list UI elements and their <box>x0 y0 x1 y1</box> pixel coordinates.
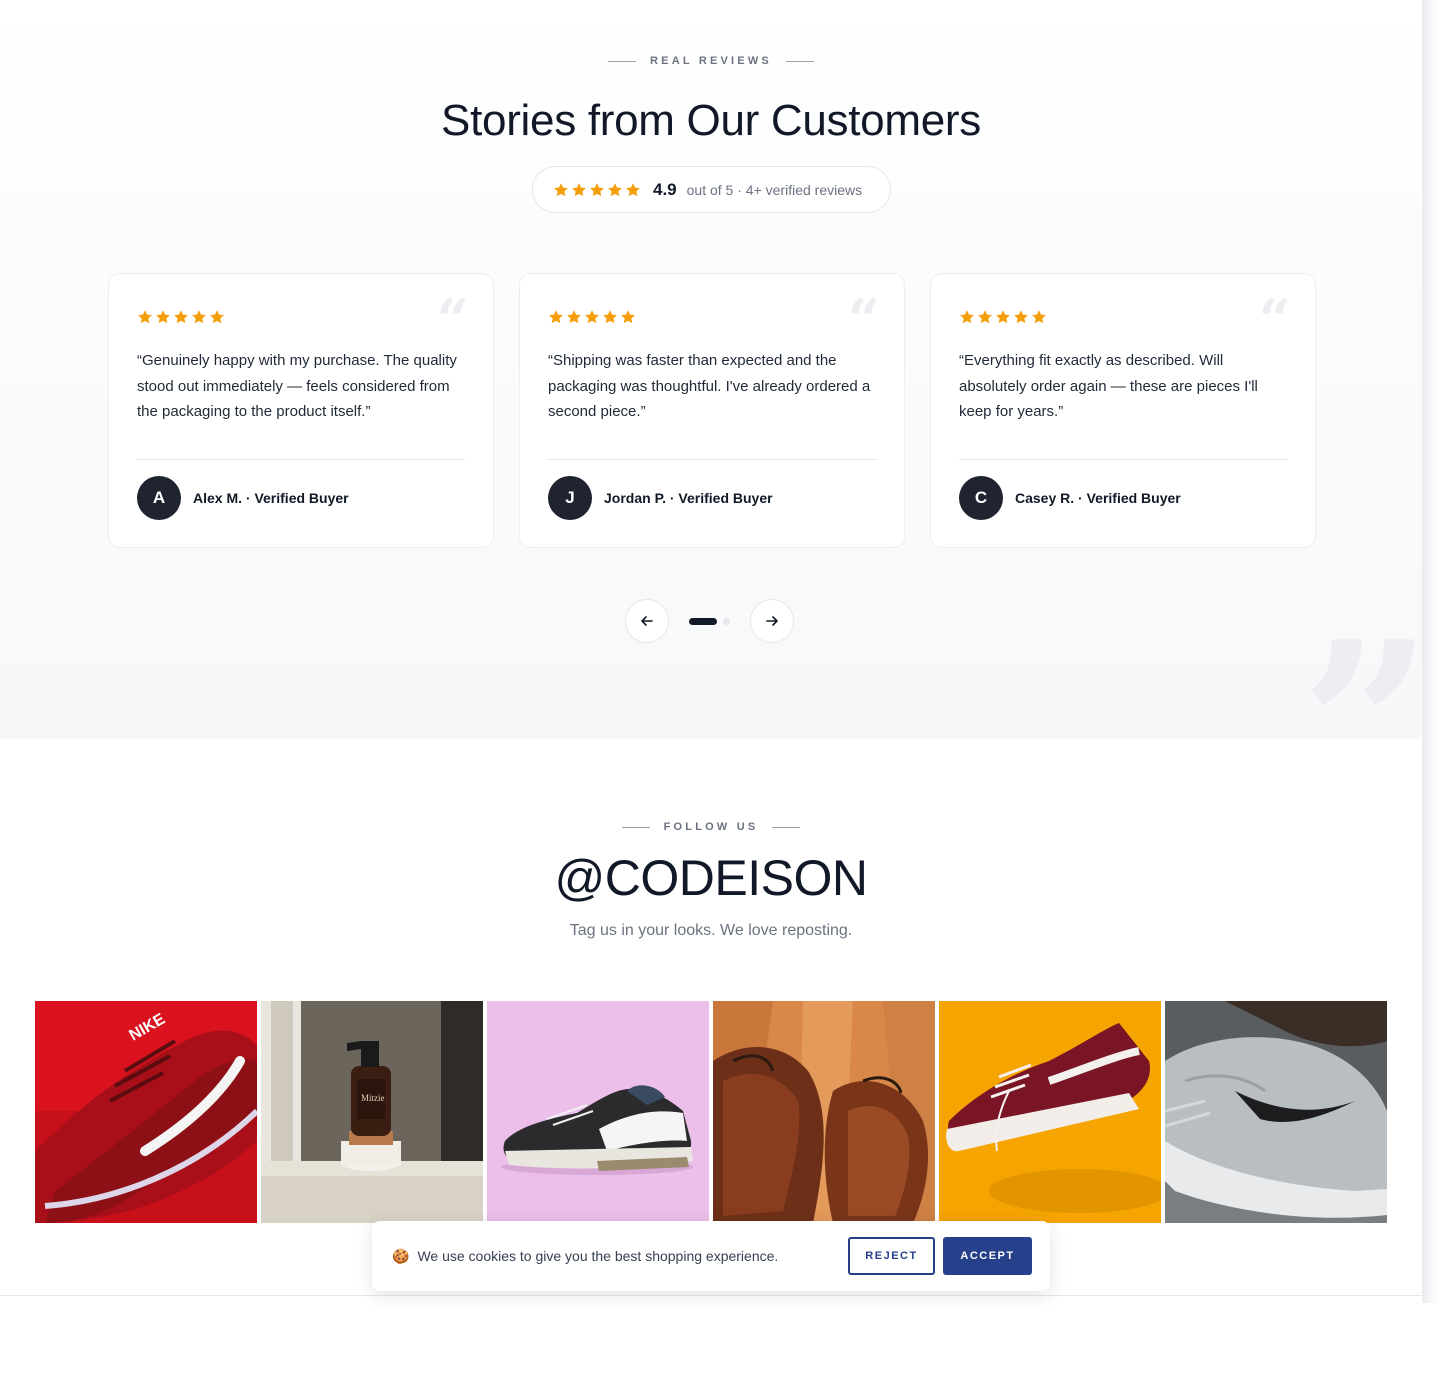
svg-text:Mitzie: Mitzie <box>361 1093 385 1103</box>
star-icon <box>1032 310 1046 324</box>
star-icon <box>590 182 604 196</box>
card-divider <box>137 459 465 460</box>
star-icon <box>156 310 170 324</box>
cookie-message: We use cookies to give you the best shop… <box>417 1248 779 1264</box>
star-icon <box>572 182 586 196</box>
star-icon <box>608 182 622 196</box>
quote-icon: “ <box>436 287 469 353</box>
avatar: J <box>548 476 592 520</box>
quote-icon: “ <box>1258 287 1291 353</box>
star-icon <box>554 182 568 196</box>
star-icon <box>621 310 635 324</box>
rating-score: 4.9 <box>653 179 677 199</box>
star-icon <box>585 310 599 324</box>
footer-divider <box>0 1295 1422 1296</box>
star-icon <box>174 310 188 324</box>
review-stars <box>137 309 225 325</box>
review-quote: “Everything fit exactly as described. Wi… <box>959 352 1258 420</box>
reviews-eyebrow: REAL REVIEWS <box>0 55 1422 67</box>
star-icon <box>978 310 992 324</box>
star-icon <box>549 310 563 324</box>
gallery-image-red-sneaker[interactable]: NIKE <box>35 1001 257 1223</box>
cookie-banner: 🍪 We use cookies to give you the best sh… <box>372 1221 1050 1291</box>
star-icon <box>567 310 581 324</box>
review-card: “ “Everything fit exactly as described. … <box>930 273 1316 548</box>
carousel-pagination <box>689 617 730 625</box>
star-icon <box>603 310 617 324</box>
gallery-image-spray-bottle[interactable]: Mitzie <box>261 1001 483 1223</box>
carousel-controls <box>625 599 794 643</box>
author-name: Casey R. · Verified Buyer <box>1015 490 1181 506</box>
follow-subtitle: Tag us in your looks. We love reposting. <box>569 922 853 939</box>
author-name: Alex M. · Verified Buyer <box>193 490 349 506</box>
social-handle[interactable]: @CODEISON <box>0 849 1422 907</box>
gallery-image-leather-shoes[interactable] <box>713 1001 935 1223</box>
review-stars <box>959 309 1047 325</box>
reject-cookies-button[interactable]: REJECT <box>848 1237 935 1275</box>
card-divider <box>548 459 876 460</box>
star-icon <box>210 310 224 324</box>
scrollbar-track <box>1422 0 1440 1303</box>
cookie-icon: 🍪 <box>392 1247 410 1264</box>
rating-summary: 4.9 out of 5 · 4+ verified reviews <box>532 166 891 213</box>
reviews-title: Stories from Our Customers <box>441 96 981 145</box>
reviews-section: “ ” REAL REVIEWS Stories from Our Custom… <box>0 0 1422 739</box>
star-icon <box>192 310 206 324</box>
follow-eyebrow-label: FOLLOW US <box>663 821 759 833</box>
pagination-dot-active[interactable] <box>689 617 717 625</box>
arrow-right-icon <box>766 616 778 626</box>
rating-text: out of 5 · 4+ verified reviews <box>686 181 863 198</box>
star-icon <box>996 310 1010 324</box>
author-name: Jordan P. · Verified Buyer <box>604 490 773 506</box>
star-icon <box>960 310 974 324</box>
review-cards: “ “Genuinely happy with my purchase. The… <box>108 273 1316 548</box>
arrow-left-icon <box>641 616 653 626</box>
carousel-prev-button[interactable] <box>625 599 669 643</box>
eyebrow-line <box>772 826 801 828</box>
star-icon <box>1014 310 1028 324</box>
reviews-eyebrow-label: REAL REVIEWS <box>650 55 772 67</box>
review-author: A Alex M. · Verified Buyer <box>137 476 349 520</box>
eyebrow-line <box>621 826 650 828</box>
follow-section: FOLLOW US @CODEISON Tag us in your looks… <box>0 739 1422 1295</box>
review-stars <box>548 309 636 325</box>
follow-eyebrow: FOLLOW US <box>0 821 1422 833</box>
instagram-gallery: NIKE Mitzie <box>35 1001 1387 1223</box>
quote-icon: “ <box>847 287 880 353</box>
gallery-image-skate-shoe[interactable] <box>939 1001 1161 1223</box>
rating-stars <box>553 182 641 198</box>
gallery-image-pink-sneaker[interactable] <box>487 1001 709 1223</box>
gallery-image-grey-sneaker[interactable] <box>1165 1001 1387 1223</box>
accept-cookies-button[interactable]: ACCEPT <box>943 1237 1032 1275</box>
carousel-next-button[interactable] <box>750 599 794 643</box>
eyebrow-line <box>608 60 637 62</box>
review-card: “ “Genuinely happy with my purchase. The… <box>108 273 494 548</box>
review-quote: “Genuinely happy with my purchase. The q… <box>137 352 457 420</box>
review-card: “ “Shipping was faster than expected and… <box>519 273 905 548</box>
eyebrow-line <box>785 60 814 62</box>
pagination-dot[interactable] <box>723 617 730 625</box>
review-author: C Casey R. · Verified Buyer <box>959 476 1181 520</box>
avatar: C <box>959 476 1003 520</box>
star-icon <box>626 182 640 196</box>
review-quote: “Shipping was faster than expected and t… <box>548 352 871 420</box>
avatar: A <box>137 476 181 520</box>
decorative-quote-icon: ” <box>1300 592 1422 739</box>
review-author: J Jordan P. · Verified Buyer <box>548 476 773 520</box>
star-icon <box>138 310 152 324</box>
card-divider <box>959 459 1287 460</box>
